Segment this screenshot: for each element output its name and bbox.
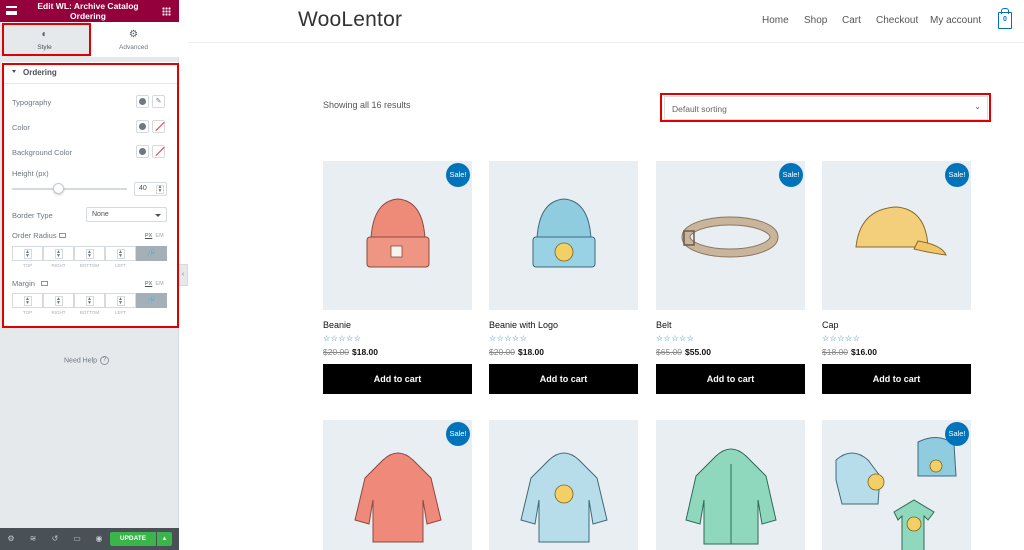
layers-icon[interactable]: ≋ [28, 534, 38, 544]
logo-badge [554, 484, 574, 504]
cart-icon[interactable]: 0 [998, 8, 1012, 29]
gear-icon: ⚙ [129, 29, 138, 40]
hoodie-body [354, 452, 442, 543]
product-image[interactable]: Sale! [323, 161, 472, 310]
product-image[interactable] [489, 420, 638, 550]
site-logo[interactable]: WooLentor [298, 8, 402, 32]
product-price: $20.00 $18.00 [323, 347, 378, 357]
tab-advanced-label: Advanced [119, 44, 148, 51]
product-price: $65.00 $55.00 [656, 347, 711, 357]
old-price: $20.00 [323, 347, 349, 357]
cap-crown [855, 206, 929, 248]
highlight-box-ordering [2, 63, 179, 328]
nav-home[interactable]: Home [762, 15, 789, 26]
add-to-cart-button[interactable]: Add to cart [822, 364, 971, 394]
sale-price: $18.00 [352, 347, 378, 357]
logo-badge [867, 473, 885, 491]
add-to-cart-button[interactable]: Add to cart [323, 364, 472, 394]
hamburger-menu-icon[interactable] [6, 6, 17, 15]
collapse-panel-button[interactable]: ‹ [179, 264, 188, 286]
product-image[interactable] [656, 420, 805, 550]
header-divider [188, 42, 1024, 43]
logo-badge [554, 242, 574, 262]
panel-header: Edit WL: Archive Catalog Ordering [0, 0, 179, 22]
nav-cart[interactable]: Cart [842, 15, 861, 26]
settings-icon[interactable]: ⚙ [6, 534, 16, 544]
nav-checkout[interactable]: Checkout [876, 15, 918, 26]
chevron-left-icon: ‹ [181, 271, 185, 278]
product-image[interactable]: Sale! [323, 420, 472, 550]
need-help-link[interactable]: Need Help? [64, 356, 110, 365]
product-image[interactable]: Sale! [656, 161, 805, 310]
sale-price: $55.00 [685, 347, 711, 357]
highlight-box-ordering-select [660, 93, 991, 122]
result-count: Showing all 16 results [323, 100, 411, 110]
history-icon[interactable]: ↺ [50, 534, 60, 544]
need-help-label: Need Help [64, 357, 98, 365]
preview-eye-icon[interactable]: ◉ [94, 534, 104, 544]
old-price: $65.00 [656, 347, 682, 357]
sale-badge: Sale! [779, 163, 803, 187]
product-price: $18.00 $16.00 [822, 347, 877, 357]
belt-loop-inner [682, 217, 778, 257]
editor-panel: Edit WL: Archive Catalog Ordering ◐ Styl… [0, 0, 179, 550]
beanie-logo-image [532, 198, 596, 268]
nav-my-account[interactable]: My account [930, 15, 981, 26]
logo-badge [906, 516, 922, 532]
sale-price: $16.00 [851, 347, 877, 357]
sale-badge: Sale! [945, 422, 969, 446]
sale-price: $18.00 [518, 347, 544, 357]
panel-title: Edit WL: Archive Catalog Ordering [37, 1, 139, 21]
sale-badge: Sale! [945, 163, 969, 187]
cap-visor [913, 240, 947, 256]
logo-badge [929, 459, 943, 473]
add-to-cart-button[interactable]: Add to cart [656, 364, 805, 394]
beanie-tag [390, 245, 403, 258]
beanie-crown [370, 198, 426, 240]
rating-stars: ☆☆☆☆☆ [323, 334, 362, 343]
beanie-crown [536, 198, 592, 240]
hoodie-zipper-image [685, 448, 777, 545]
rating-stars: ☆☆☆☆☆ [822, 334, 861, 343]
product-image[interactable]: Sale! [822, 161, 971, 310]
tab-advanced[interactable]: ⚙ Advanced [89, 22, 178, 58]
product-image[interactable]: Sale! [822, 420, 971, 550]
product-price: $20.00 $18.00 [489, 347, 544, 357]
rating-stars: ☆☆☆☆☆ [489, 334, 528, 343]
site-preview: WooLentor Home Shop Cart Checkout My acc… [188, 0, 1024, 550]
sale-badge: Sale! [446, 163, 470, 187]
product-title[interactable]: Beanie [323, 320, 351, 330]
add-to-cart-button[interactable]: Add to cart [489, 364, 638, 394]
rating-stars: ☆☆☆☆☆ [656, 334, 695, 343]
update-button[interactable]: UPDATE [110, 532, 156, 546]
update-options-button[interactable]: ▲ [157, 532, 172, 546]
product-title[interactable]: Cap [822, 320, 839, 330]
hoodie-logo-image [520, 452, 608, 543]
product-image[interactable] [489, 161, 638, 310]
widgets-grid-icon[interactable] [162, 7, 171, 16]
old-price: $20.00 [489, 347, 515, 357]
responsive-icon[interactable]: ▭ [72, 534, 82, 544]
product-title[interactable]: Belt [656, 320, 672, 330]
highlight-box-style-tab [2, 23, 91, 56]
question-icon: ? [100, 356, 110, 365]
product-title[interactable]: Beanie with Logo [489, 320, 558, 330]
panel-footer: ⚙ ≋ ↺ ▭ ◉ UPDATE ▲ [0, 528, 179, 550]
old-price: $18.00 [822, 347, 848, 357]
chevron-up-icon: ▲ [161, 536, 168, 542]
cart-count: 0 [1003, 16, 1007, 23]
sale-badge: Sale! [446, 422, 470, 446]
nav-shop[interactable]: Shop [804, 15, 827, 26]
